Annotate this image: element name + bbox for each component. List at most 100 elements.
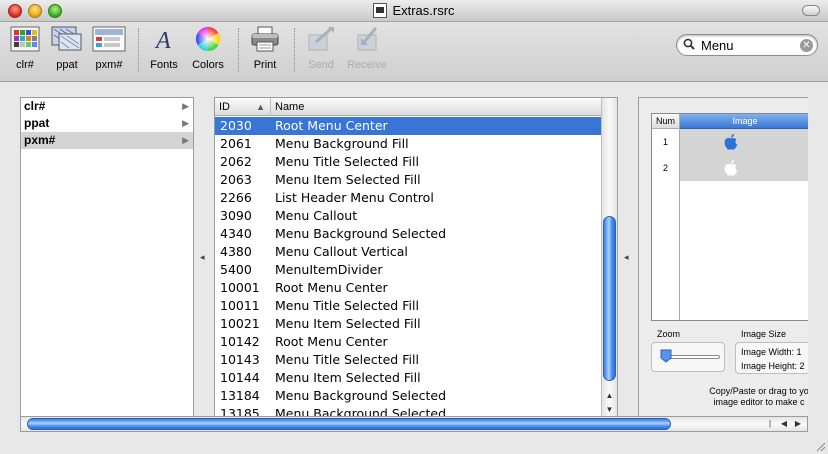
row-id: 3090 [220, 208, 252, 223]
table-row[interactable]: 2062 Menu Title Selected Fill [215, 153, 601, 171]
image-column-header[interactable]: Image [680, 114, 808, 129]
image-row-num: 1 [652, 129, 680, 155]
horizontal-scroll-thumb[interactable] [27, 418, 671, 430]
row-name: Root Menu Center [275, 334, 388, 349]
type-item-pxm[interactable]: pxm# ▶ [21, 132, 193, 149]
print-toolbar-label: Print [253, 59, 277, 71]
apple-logo-white-icon [724, 160, 738, 176]
receive-toolbar-button[interactable]: Receive [344, 26, 390, 71]
pixmap-icon [92, 26, 126, 52]
row-name: List Header Menu Control [275, 190, 434, 205]
toolbar-toggle-button[interactable] [802, 5, 820, 16]
type-item-ppat[interactable]: ppat ▶ [21, 115, 193, 132]
scroll-down-icon[interactable]: ▼ [602, 403, 617, 417]
scroll-up-icon[interactable]: ▲ [602, 389, 617, 403]
table-row[interactable]: 4340 Menu Background Selected [215, 225, 601, 243]
print-toolbar-button[interactable]: Print [246, 26, 284, 71]
color-palette-icon [10, 26, 40, 52]
clr-toolbar-button[interactable]: clr# [8, 26, 42, 71]
type-item-label: clr# [24, 99, 46, 113]
copy-paste-hint: Copy/Paste or drag to yo image editor to… [679, 386, 808, 408]
scroll-right-icon[interactable]: ▶ [791, 417, 805, 431]
send-icon [308, 26, 334, 51]
name-column-label: Name [275, 101, 305, 113]
table-row[interactable]: 4380 Menu Callout Vertical [215, 243, 601, 261]
table-row[interactable]: 10021 Menu Item Selected Fill [215, 315, 601, 333]
table-row[interactable]: 2030 Root Menu Center [215, 117, 601, 135]
disclosure-arrow-icon: ▶ [182, 101, 189, 111]
fonts-toolbar-button[interactable]: A Fonts [146, 26, 182, 71]
window-title-area: Extras.rsrc [0, 3, 828, 18]
toolbar-separator [238, 28, 239, 72]
left-splitter[interactable]: ◂ [194, 97, 214, 419]
horizontal-scrollbar[interactable]: | ◀ ▶ [20, 416, 808, 432]
row-id: 10001 [220, 280, 260, 295]
clear-search-icon[interactable]: ✕ [800, 39, 813, 52]
row-id: 10011 [220, 298, 260, 313]
search-input[interactable] [701, 37, 795, 53]
image-inspector: Num Image 1 2 Zoom Image Size Image Widt… [638, 97, 808, 419]
table-row[interactable]: 2061 Menu Background Fill [215, 135, 601, 153]
type-item-label: pxm# [24, 133, 56, 147]
image-width-label: Image Width: [741, 347, 795, 357]
row-name: Menu Item Selected Fill [275, 370, 421, 385]
table-row[interactable]: 10001 Root Menu Center [215, 279, 601, 297]
window-resize-grip-icon[interactable] [814, 440, 826, 452]
search-icon [683, 38, 695, 50]
row-name: Menu Background Selected [275, 388, 447, 403]
scroll-left-icon[interactable]: ◀ [777, 417, 791, 431]
vertical-scroll-thumb[interactable] [603, 216, 616, 381]
row-name: Menu Background Selected [275, 226, 447, 241]
splitter-grip-icon: ◂ [200, 252, 205, 262]
font-icon: A [154, 28, 171, 54]
row-name: Menu Title Selected Fill [275, 298, 419, 313]
search-field[interactable]: ✕ [676, 34, 818, 56]
table-row[interactable]: 2063 Menu Item Selected Fill [215, 171, 601, 189]
printer-icon [251, 26, 279, 52]
disclosure-arrow-icon: ▶ [182, 135, 189, 145]
table-row[interactable]: 10143 Menu Title Selected Fill [215, 351, 601, 369]
toolbar-separator [138, 28, 139, 72]
row-id: 10144 [220, 370, 260, 385]
vertical-scrollbar[interactable]: ▲ ▼ [601, 98, 617, 418]
table-row[interactable]: 13184 Menu Background Selected [215, 387, 601, 405]
type-item-clr[interactable]: clr# ▶ [21, 98, 193, 115]
right-splitter[interactable]: ◂ [618, 97, 638, 419]
table-row[interactable]: 10142 Root Menu Center [215, 333, 601, 351]
document-icon [373, 3, 388, 18]
id-column-header[interactable]: ID ▲ [215, 98, 271, 116]
name-column-header[interactable]: Name [271, 98, 601, 116]
row-name: Menu Item Selected Fill [275, 172, 421, 187]
table-row[interactable]: 3090 Menu Callout [215, 207, 601, 225]
splitter-grip-icon: ◂ [624, 252, 629, 262]
image-row-num: 2 [652, 155, 680, 181]
table-row[interactable]: 10144 Menu Item Selected Fill [215, 369, 601, 387]
pxm-toolbar-label: pxm# [95, 59, 123, 71]
ppat-toolbar-button[interactable]: ppat [50, 26, 84, 71]
zoom-slider-knob[interactable] [660, 349, 672, 363]
send-toolbar-label: Send [308, 59, 334, 71]
svg-text:A: A [154, 28, 171, 52]
num-column-header[interactable]: Num [652, 114, 680, 129]
ppat-toolbar-label: ppat [56, 59, 78, 71]
table-row[interactable]: 5400 MenuItemDivider [215, 261, 601, 279]
colors-toolbar-button[interactable]: Colors [188, 26, 228, 71]
image-table: Num Image 1 2 [651, 113, 808, 321]
row-id: 2061 [220, 136, 252, 151]
image-size-box: Image Width: 1 Image Height: 2 [735, 342, 808, 374]
receive-icon [357, 27, 378, 51]
image-row[interactable]: 1 [652, 129, 808, 155]
row-name: Menu Callout Vertical [275, 244, 408, 259]
row-name: Root Menu Center [275, 118, 388, 133]
color-wheel-icon [195, 26, 221, 51]
row-name: Menu Title Selected Fill [275, 154, 419, 169]
table-row[interactable]: 2266 List Header Menu Control [215, 189, 601, 207]
table-row[interactable]: 10011 Menu Title Selected Fill [215, 297, 601, 315]
image-table-header: Num Image [652, 114, 808, 129]
image-width-value: 1 [796, 347, 802, 357]
row-name: Menu Background Fill [275, 136, 409, 151]
row-id: 5400 [220, 262, 252, 277]
send-toolbar-button[interactable]: Send [302, 26, 340, 71]
image-row[interactable]: 2 [652, 155, 808, 181]
pxm-toolbar-button[interactable]: pxm# [90, 26, 128, 71]
